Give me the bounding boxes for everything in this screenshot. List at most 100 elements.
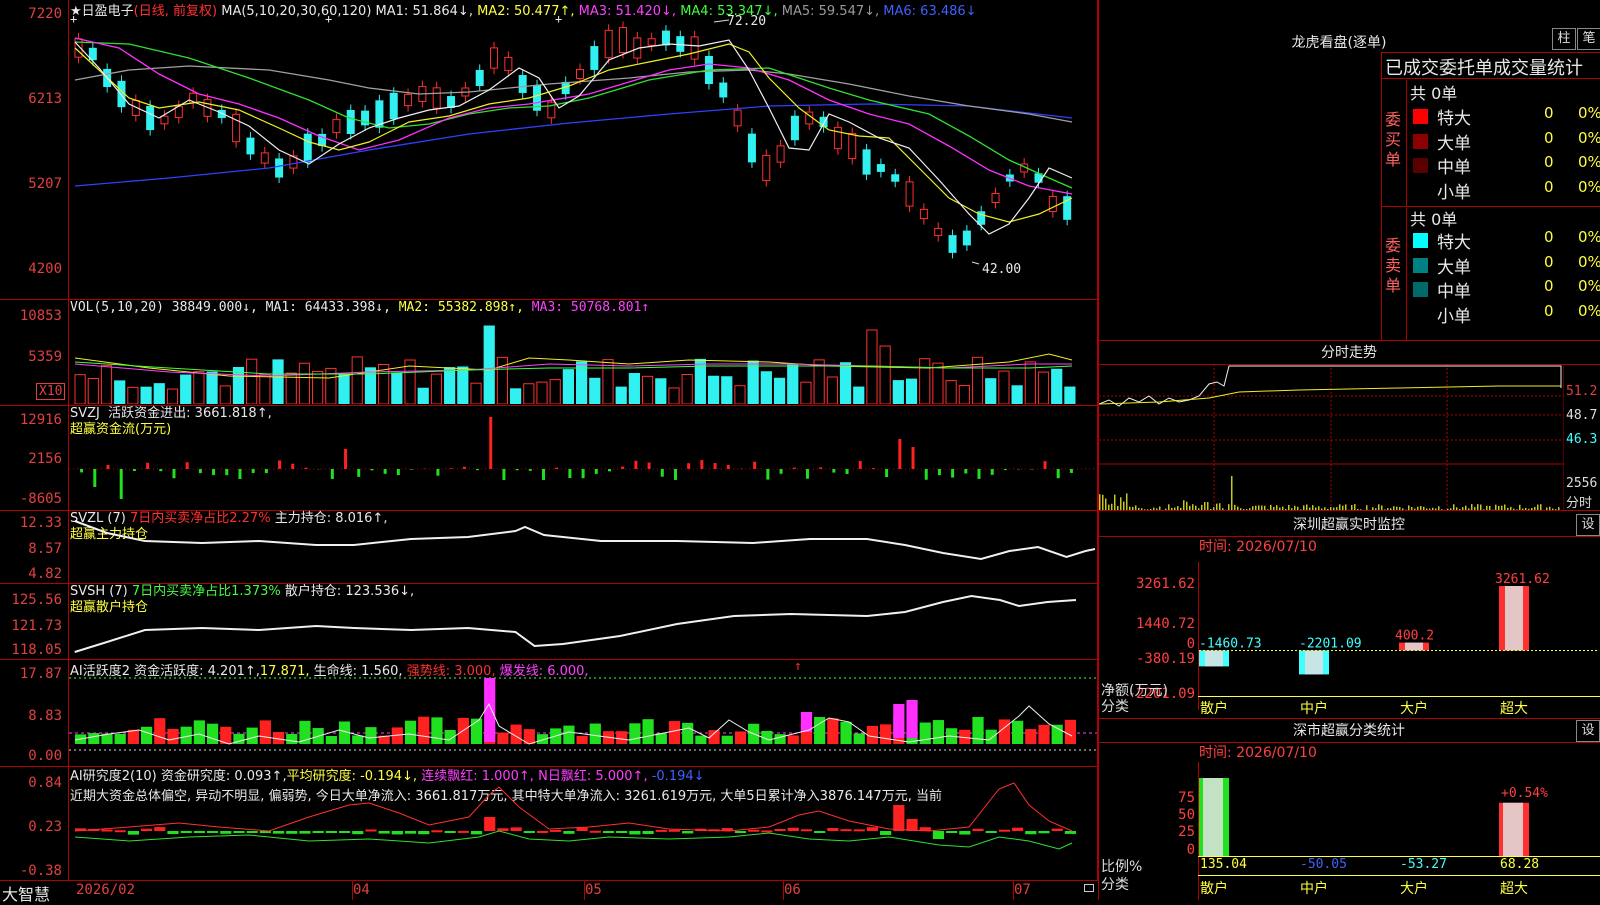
svsh-chart[interactable] [69,584,1097,659]
marker-plus-icon: + [325,12,332,26]
svzj-bar [621,467,624,469]
svzj-bar [502,469,505,480]
svzj-bar [951,469,954,478]
svzj-chart[interactable] [69,406,1097,510]
monitor-category-label: 大户 [1400,698,1428,718]
volume-bar [260,374,270,404]
ai1-chart[interactable] [69,660,1097,766]
ai1-bar [695,736,706,744]
candle-body [390,93,397,118]
intraday-volume-bar [1210,509,1212,510]
intraday-volume-bar [1273,507,1275,510]
candle-body [347,110,354,133]
svzj-bar [410,469,413,470]
volume-bar [761,372,771,404]
tick-mode-button[interactable]: 笔 [1577,28,1600,50]
candle-body [161,116,168,124]
monitor-title: 深圳超赢实时监控 [1229,514,1469,534]
svzj-bar [133,469,136,471]
svzj-bar [304,468,307,469]
ai1-bar [827,718,838,744]
low-price-label: 42.00 [982,262,1021,277]
y-tick: 0.84 [28,775,62,791]
y-tick: 0 [1187,842,1195,858]
ai2-bar [484,817,495,831]
candle-body [662,31,669,45]
svzj-bar [476,469,479,470]
intraday-volume-bar [1546,507,1548,510]
sell-label: 委 卖 单 [1383,236,1403,296]
intraday-volume-bar [1189,506,1191,510]
intraday-volume-bar [1459,509,1461,510]
intraday-chart[interactable] [1099,364,1564,510]
volume-chart[interactable] [69,318,1097,404]
ai2-bars [75,805,1076,839]
chart-area[interactable]: ★日盈电子(日线, 前复权) MA(5,10,20,30,60,120) MA1… [0,0,1098,881]
ai1-bar [867,726,878,744]
ai2-bar [181,831,192,833]
ai1-burst-bar [893,704,904,738]
classify-bar-highlight [1203,778,1223,856]
intraday-panel[interactable]: 分时走势 51.2 48.7 46.3 2556 分时 [1099,342,1600,512]
svzl-chart[interactable] [69,511,1097,583]
y-tick: 0 [1187,636,1195,652]
ai2-bar [299,831,310,834]
intraday-volume-bar [1213,507,1215,510]
intraday-volume-bar [1282,507,1284,510]
intraday-volume-bar [1525,508,1527,510]
period-label[interactable]: (日线, 前复权) [134,4,217,19]
volume-bar [1052,369,1062,404]
order-percent: 0% [1578,129,1600,147]
order-count: 0 [1544,104,1554,122]
lock-icon[interactable] [1084,884,1094,892]
ai1-bar [167,729,178,744]
bar-mode-button[interactable]: 柱 [1552,28,1576,50]
classify-settings-button[interactable]: 设 [1576,720,1600,742]
ai2-chart[interactable] [69,767,1097,880]
ai1-bar [207,724,218,744]
sell-total: 共 0单 [1410,206,1457,230]
ai2-bar [827,828,838,831]
monitor-chart[interactable]: -1460.73-2201.09400.23261.62 [1199,556,1599,696]
candle-body [491,48,498,68]
ma1-value: MA1: 51.864↓, [376,4,473,19]
ai1-bar [920,723,931,744]
ai2-bar [379,831,390,834]
svzj-bar [384,469,387,474]
candle-body [834,127,841,148]
svzj-bar [714,463,717,469]
y-tick: 75 [1178,790,1195,806]
ai2-bar [880,831,891,835]
volume-bar [299,363,309,404]
svzj-bar [212,469,215,475]
monitor-settings-button[interactable]: 设 [1576,514,1600,536]
classify-chart[interactable] [1199,762,1599,856]
order-count: 0 [1544,178,1554,196]
intraday-volume-bar [1513,509,1515,510]
intraday-volume-bar [1177,506,1179,510]
ai2-bar [1025,831,1036,834]
volume-bar [999,371,1009,404]
ai1-y-axis: 17.87 8.83 0.00 [0,660,66,766]
intraday-volume-bar [1414,509,1416,510]
intraday-volume-bar [1495,505,1497,510]
intraday-volume-bar [1447,509,1449,510]
intraday-volume-bar [1423,507,1425,510]
candle-body [849,133,856,158]
ai1-bar [405,721,416,744]
monitor-bar-highlight [1205,650,1223,666]
intraday-volume-bar [1306,504,1308,510]
ai2-bar [524,831,535,833]
vol-header: VOL(5,10,20) 38849.000↓, MA1: 64433.398↓… [70,300,649,315]
ai1-bar [194,720,205,744]
volume-bar [194,372,204,404]
monitor-category-label: 散户 [1200,698,1228,718]
candle-body [748,134,755,162]
intraday-volume-bar [1156,508,1158,510]
volume-bar [629,374,639,404]
classify-axis-label: 分类 [1101,874,1129,894]
y-tick: 8.57 [28,541,62,557]
y-tick: 2156 [28,451,62,467]
kline-chart[interactable] [69,18,1097,298]
ai2-bar [1038,831,1049,833]
